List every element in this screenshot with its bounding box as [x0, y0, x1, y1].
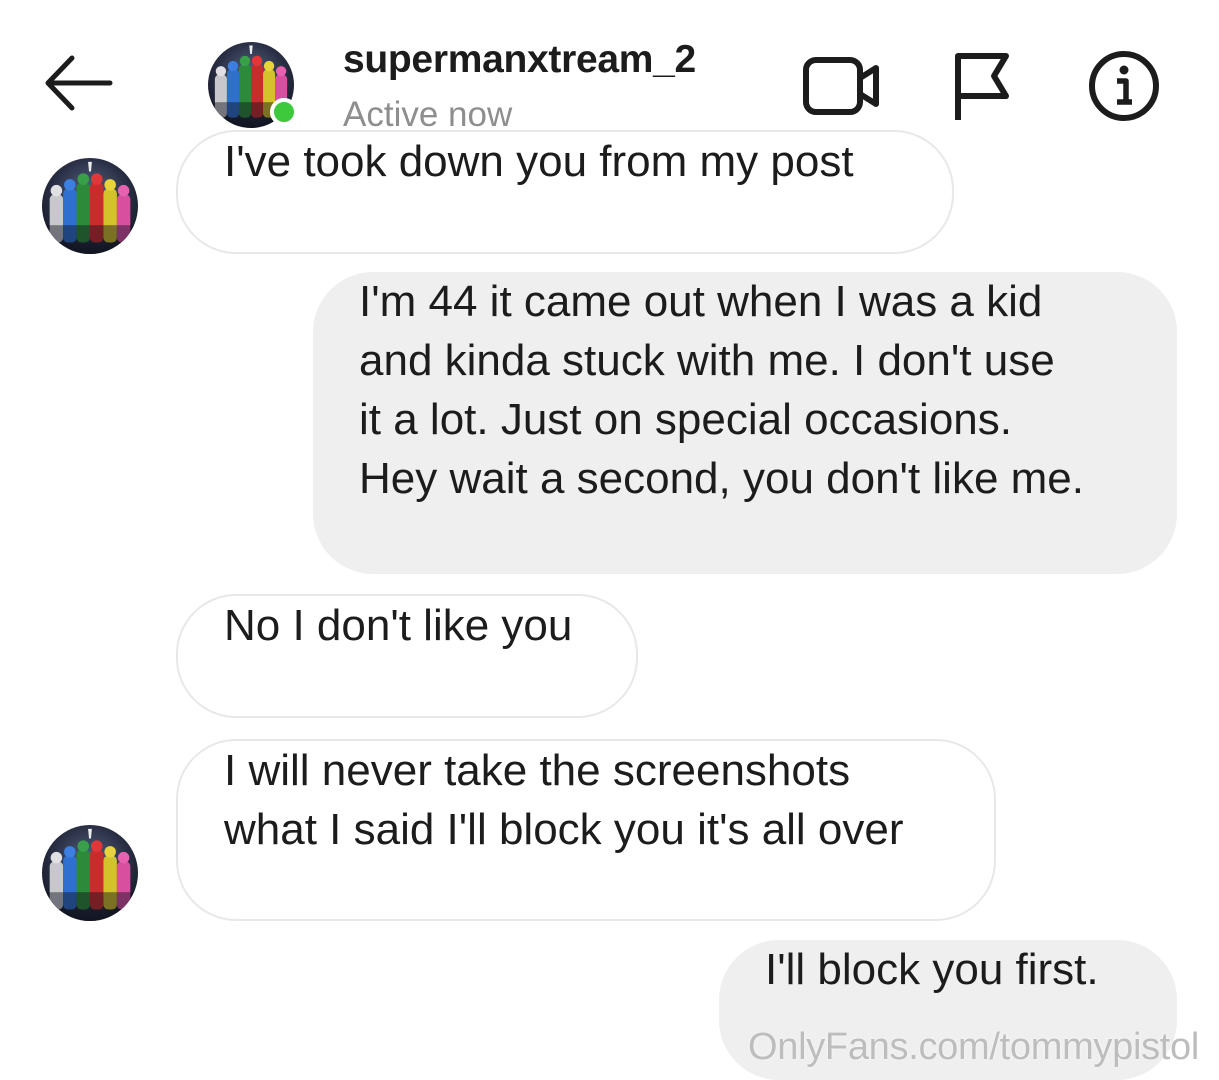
back-arrow-icon: [45, 55, 113, 111]
message-bubble-incoming[interactable]: No I don't like you: [176, 594, 638, 718]
online-status-dot: [270, 98, 298, 126]
active-status: Active now: [343, 95, 513, 134]
message-bubble-incoming[interactable]: I will never take the screenshots what I…: [176, 739, 996, 921]
video-call-button[interactable]: [800, 48, 884, 124]
sender-avatar[interactable]: [42, 825, 138, 921]
report-flag-button[interactable]: [948, 48, 1014, 124]
back-button[interactable]: [40, 50, 116, 116]
message-bubble-outgoing[interactable]: I'm 44 it came out when I was a kid and …: [313, 272, 1177, 574]
avatar: [42, 158, 138, 254]
video-call-icon: [803, 57, 879, 115]
sender-avatar[interactable]: [42, 158, 138, 254]
avatar: [42, 825, 138, 921]
info-icon: [1089, 51, 1159, 121]
watermark-text: OnlyFans.com/tommypistol: [748, 1026, 1200, 1068]
header-avatar[interactable]: [208, 42, 298, 128]
info-button[interactable]: [1084, 48, 1164, 124]
chat-username[interactable]: supermanxtream_2: [343, 38, 696, 82]
message-bubble-incoming[interactable]: I've took down you from my post: [176, 130, 954, 254]
flag-icon: [955, 53, 1009, 120]
